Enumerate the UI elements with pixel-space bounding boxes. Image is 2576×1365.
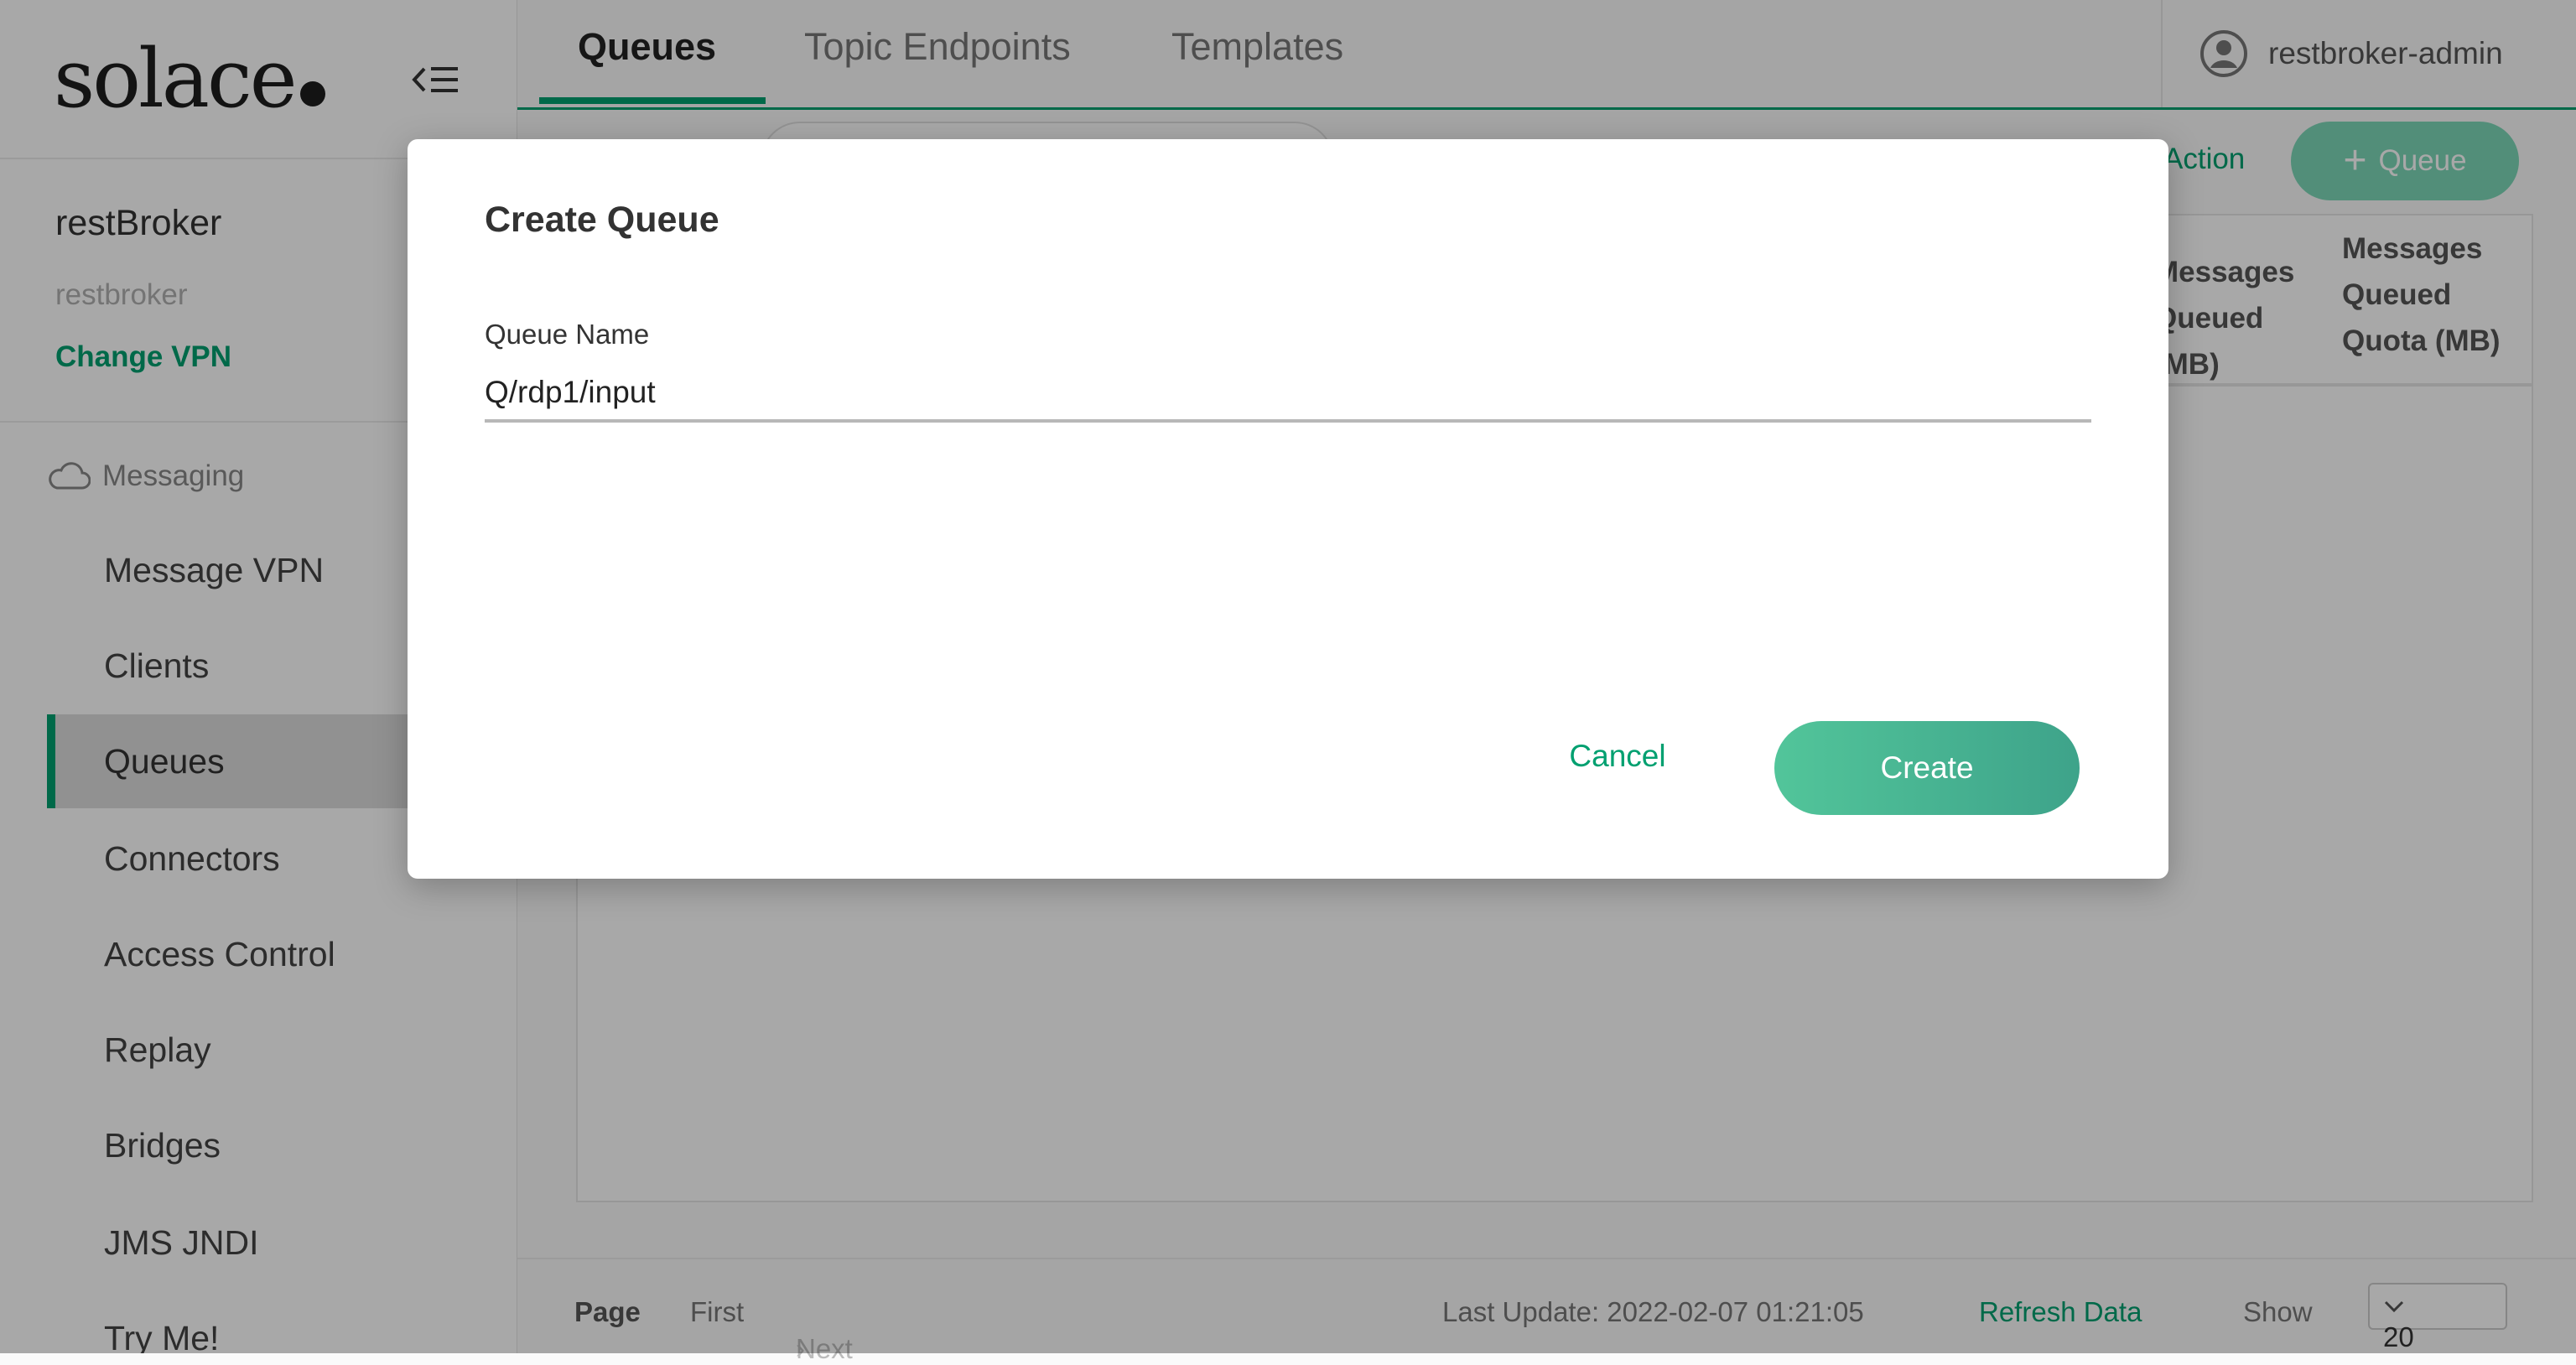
create-queue-dialog: Create Queue Queue Name Cancel Create (408, 139, 2168, 879)
queue-name-label: Queue Name (485, 319, 650, 350)
create-button[interactable]: Create (1774, 721, 2080, 815)
cancel-button[interactable]: Cancel (1526, 726, 1709, 786)
queue-name-input[interactable] (485, 366, 2091, 423)
dialog-title: Create Queue (485, 200, 719, 240)
